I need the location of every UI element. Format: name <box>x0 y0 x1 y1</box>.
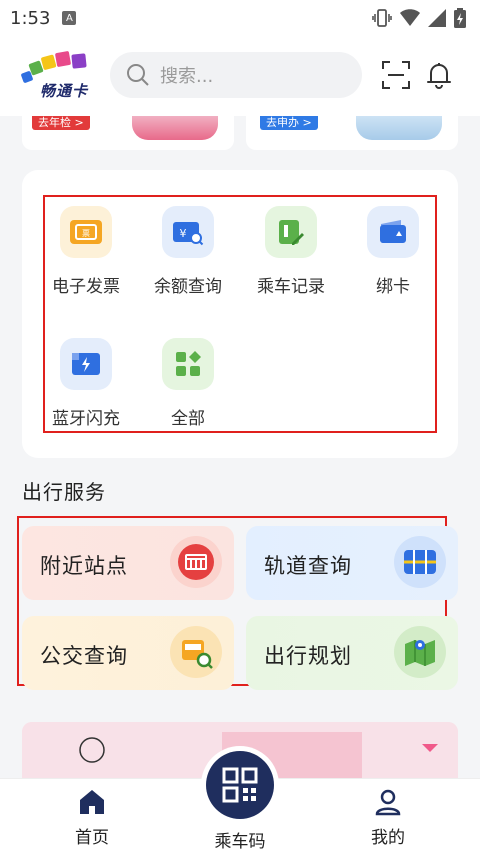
service-all[interactable]: 全部 <box>140 338 236 429</box>
rail-icon <box>394 536 446 588</box>
user-icon <box>375 789 401 816</box>
service-bluetooth-charge[interactable]: 蓝牙闪充 <box>38 338 134 429</box>
battery-icon <box>454 8 466 28</box>
service-label: 蓝牙闪充 <box>52 409 120 429</box>
nav-label: 首页 <box>75 828 109 848</box>
nav-ride-code-button[interactable] <box>206 751 274 819</box>
qr-code-icon <box>222 767 258 803</box>
travel-section-title: 出行服务 <box>22 480 106 504</box>
annual-inspection-tag: 去年检 > <box>32 116 90 130</box>
service-label: 余额查询 <box>154 277 222 297</box>
bus-search-icon <box>170 626 222 678</box>
notification-a-icon: A <box>62 11 77 25</box>
map-icon <box>394 626 446 678</box>
all-grid-icon <box>162 338 214 390</box>
search-icon <box>127 64 149 86</box>
travel-label: 附近站点 <box>40 554 128 578</box>
apply-tag: 去申办 > <box>260 116 318 130</box>
service-electronic-invoice[interactable]: 票 电子发票 <box>38 206 134 297</box>
nav-label: 乘车码 <box>214 832 266 852</box>
card-illustration <box>356 116 442 140</box>
ride-record-icon <box>265 206 317 258</box>
service-bind-card[interactable]: 绑卡 <box>345 206 441 297</box>
travel-bus-query[interactable]: 公交查询 <box>22 616 234 690</box>
service-label: 电子发票 <box>52 277 120 297</box>
status-time: 1:53 <box>10 7 51 29</box>
balance-query-icon: ¥ <box>162 206 214 258</box>
invoice-icon: 票 <box>60 206 112 258</box>
nav-label: 我的 <box>371 828 405 848</box>
bind-card-icon <box>367 206 419 258</box>
service-balance-query[interactable]: ¥ 余额查询 <box>140 206 236 297</box>
service-ride-record[interactable]: 乘车记录 <box>243 206 339 297</box>
status-icons <box>372 8 466 28</box>
apply-card[interactable]: 去申办 > <box>246 116 458 150</box>
wifi-icon <box>400 9 420 26</box>
scan-button[interactable] <box>381 60 411 90</box>
nav-home[interactable]: 首页 <box>44 787 140 848</box>
service-label: 全部 <box>171 409 205 429</box>
search-placeholder: 搜索... <box>160 66 214 87</box>
travel-label: 出行规划 <box>264 644 352 668</box>
bottom-navigation: 首页 乘车码 我的 <box>0 751 480 853</box>
cell-signal-icon <box>428 9 446 27</box>
status-bar: 1:53 A <box>0 0 480 36</box>
card-illustration <box>132 116 218 140</box>
bell-icon <box>427 63 451 89</box>
travel-label: 公交查询 <box>40 644 128 668</box>
annual-inspection-card[interactable]: 去年检 > <box>22 116 234 150</box>
service-label: 绑卡 <box>376 277 410 297</box>
bluetooth-charge-icon <box>60 338 112 390</box>
notification-button[interactable] <box>425 60 453 90</box>
vibrate-icon <box>372 9 392 27</box>
travel-label: 轨道查询 <box>264 554 352 578</box>
app-header: 畅通卡 搜索... <box>0 36 480 116</box>
travel-route-planning[interactable]: 出行规划 <box>246 616 458 690</box>
svg-text:票: 票 <box>82 229 90 238</box>
bus-stop-icon <box>170 536 222 588</box>
search-input[interactable]: 搜索... <box>110 52 362 98</box>
logo-text: 畅通卡 <box>40 82 89 100</box>
scan-icon <box>382 61 410 89</box>
travel-rail-query[interactable]: 轨道查询 <box>246 526 458 600</box>
nav-mine[interactable]: 我的 <box>340 787 436 848</box>
service-label: 乘车记录 <box>257 277 325 297</box>
home-icon <box>80 790 104 814</box>
travel-nearby-stations[interactable]: 附近站点 <box>22 526 234 600</box>
svg-text:¥: ¥ <box>180 227 187 240</box>
app-logo: 畅通卡 <box>16 50 100 100</box>
